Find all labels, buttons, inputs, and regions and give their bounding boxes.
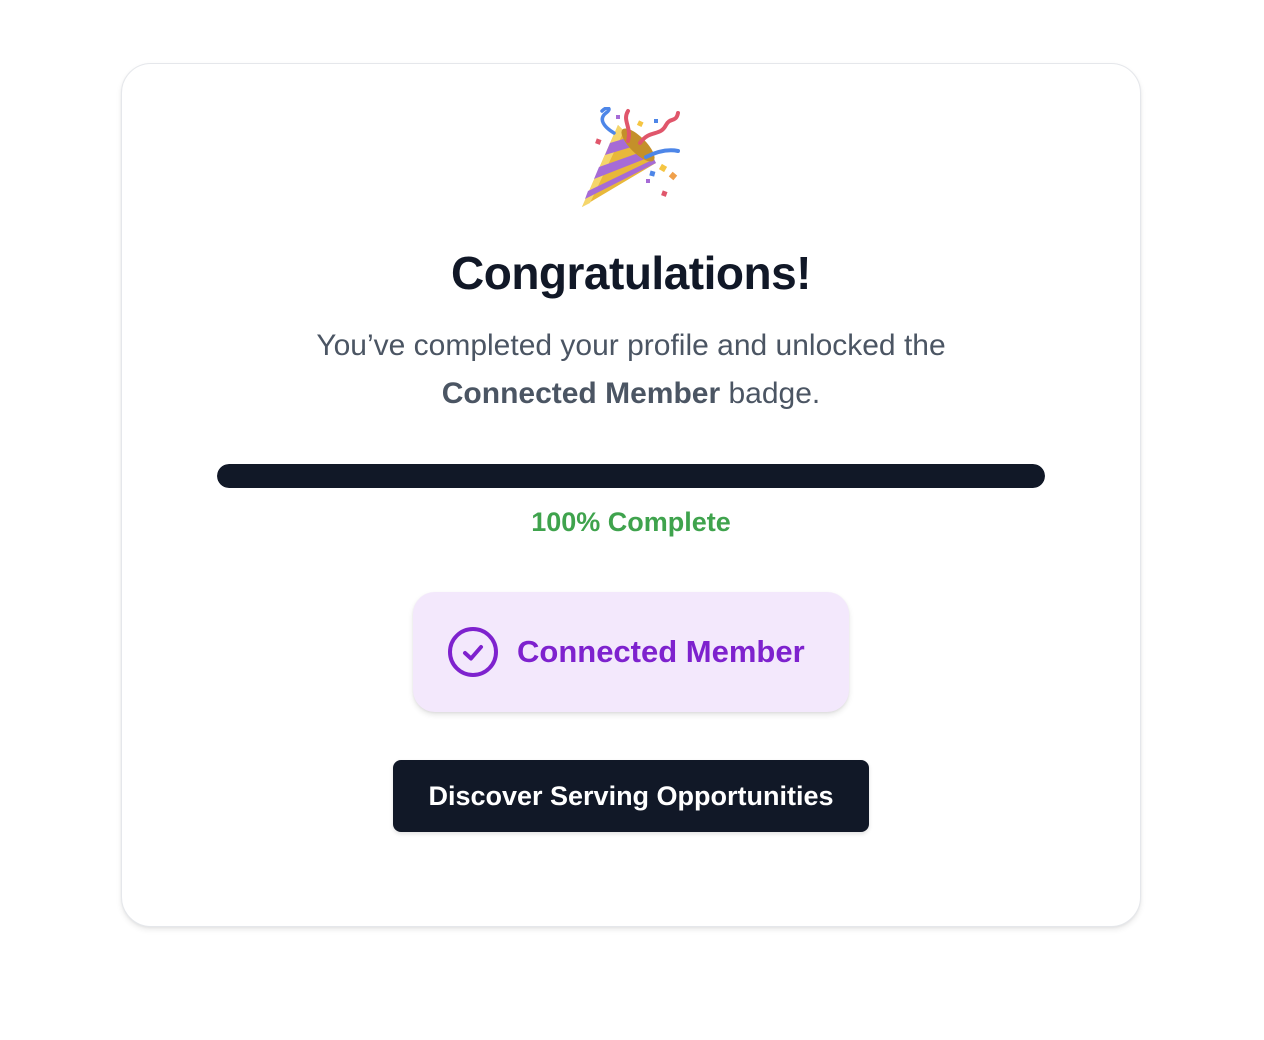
completion-message: You’ve completed your profile and unlock…	[271, 322, 991, 418]
message-badge-name: Connected Member	[441, 377, 721, 410]
progress-bar-fill	[217, 464, 1045, 488]
page-title: Congratulations!	[451, 247, 811, 299]
discover-serving-opportunities-button[interactable]: Discover Serving Opportunities	[393, 760, 869, 832]
progress-label: 100% Complete	[531, 507, 731, 537]
message-text: You’ve completed your profile and unlock…	[316, 329, 946, 362]
check-circle-icon	[448, 627, 498, 677]
progress-bar	[217, 464, 1045, 488]
badge-label: Connected Member	[517, 634, 805, 669]
connected-member-badge: Connected Member	[413, 592, 849, 712]
party-popper-icon	[568, 106, 688, 215]
message-suffix: badge.	[720, 377, 821, 410]
